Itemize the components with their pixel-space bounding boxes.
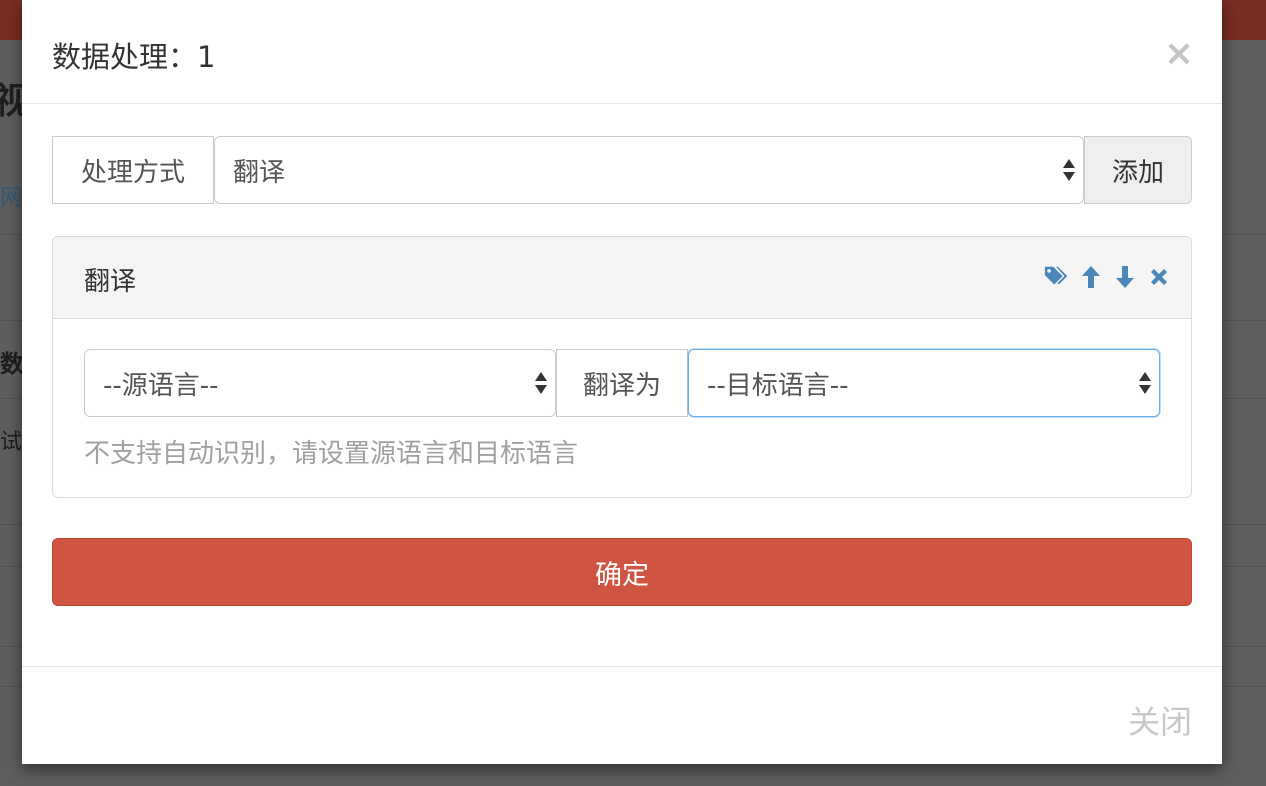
close-icon[interactable]: × [1164, 34, 1194, 74]
panel-heading: 翻译 [53, 237, 1191, 319]
language-row: --源语言-- 翻译为 --目标语言-- [84, 349, 1160, 417]
close-button[interactable]: 关闭 [1128, 697, 1192, 743]
translate-to-label: 翻译为 [556, 349, 688, 417]
source-language-select[interactable]: --源语言-- [84, 349, 556, 417]
modal-title: 数据处理：1 [52, 40, 216, 74]
select-arrows-icon [1063, 159, 1075, 181]
modal-body: 处理方式 翻译 添加 翻译 --源语言-- 翻译为 --目标语言-- 不支持自动… [52, 136, 1192, 498]
select-arrows-icon [535, 372, 547, 394]
help-text: 不支持自动识别，请设置源语言和目标语言 [84, 439, 579, 469]
panel-body: --源语言-- 翻译为 --目标语言-- 不支持自动识别，请设置源语言和目标语言 [84, 349, 1160, 470]
arrow-down-icon[interactable] [1111, 263, 1139, 291]
modal-footer: 关闭 [22, 666, 1222, 764]
translate-panel: 翻译 --源语言-- 翻译为 --目标语言-- 不支持自动识别，请设置源语言和目… [52, 236, 1192, 498]
remove-icon[interactable] [1145, 263, 1173, 291]
method-input-group: 处理方式 翻译 添加 [52, 136, 1192, 204]
method-label: 处理方式 [52, 136, 214, 204]
tag-icon[interactable] [1043, 263, 1071, 291]
select-arrows-icon [1139, 372, 1151, 394]
data-processing-modal: 数据处理：1 × 处理方式 翻译 添加 翻译 --源语言-- 翻译为 --目标语… [22, 0, 1222, 764]
add-button[interactable]: 添加 [1084, 136, 1192, 204]
target-language-select[interactable]: --目标语言-- [688, 349, 1160, 417]
source-language-value: --源语言-- [103, 370, 219, 401]
modal-header: 数据处理：1 × [22, 0, 1222, 104]
panel-tools [1043, 263, 1173, 291]
method-select-value: 翻译 [233, 157, 286, 188]
panel-title: 翻译 [84, 267, 137, 297]
background-link: 网 [0, 186, 23, 211]
arrow-up-icon[interactable] [1077, 263, 1105, 291]
method-select[interactable]: 翻译 [214, 136, 1084, 204]
target-language-value: --目标语言-- [707, 370, 849, 401]
confirm-button[interactable]: 确定 [52, 538, 1192, 606]
